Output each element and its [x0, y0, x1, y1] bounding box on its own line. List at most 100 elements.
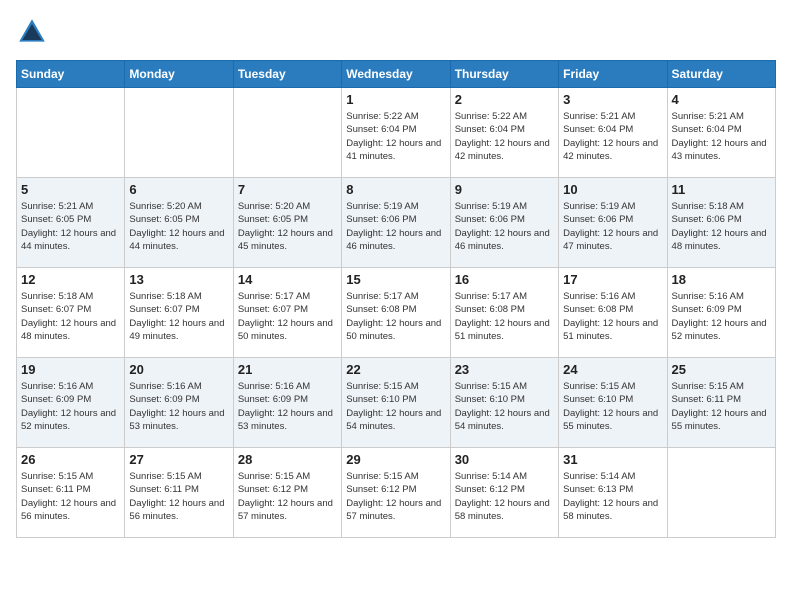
calendar-cell: 5 Sunrise: 5:21 AM Sunset: 6:05 PM Daylig… — [17, 178, 125, 268]
day-info: Sunrise: 5:19 AM Sunset: 6:06 PM Dayligh… — [563, 200, 662, 253]
day-number: 31 — [563, 452, 662, 467]
calendar-cell: 28 Sunrise: 5:15 AM Sunset: 6:12 PM Dayli… — [233, 448, 341, 538]
day-info: Sunrise: 5:19 AM Sunset: 6:06 PM Dayligh… — [455, 200, 554, 253]
day-info: Sunrise: 5:15 AM Sunset: 6:10 PM Dayligh… — [563, 380, 662, 433]
calendar-cell: 18 Sunrise: 5:16 AM Sunset: 6:09 PM Dayli… — [667, 268, 775, 358]
day-number: 10 — [563, 182, 662, 197]
calendar-cell: 15 Sunrise: 5:17 AM Sunset: 6:08 PM Dayli… — [342, 268, 450, 358]
calendar-cell — [125, 88, 233, 178]
day-number: 22 — [346, 362, 445, 377]
day-number: 14 — [238, 272, 337, 287]
day-number: 4 — [672, 92, 771, 107]
day-number: 13 — [129, 272, 228, 287]
day-info: Sunrise: 5:15 AM Sunset: 6:11 PM Dayligh… — [129, 470, 228, 523]
day-info: Sunrise: 5:16 AM Sunset: 6:09 PM Dayligh… — [238, 380, 337, 433]
day-number: 26 — [21, 452, 120, 467]
day-info: Sunrise: 5:14 AM Sunset: 6:13 PM Dayligh… — [563, 470, 662, 523]
day-number: 23 — [455, 362, 554, 377]
day-info: Sunrise: 5:15 AM Sunset: 6:10 PM Dayligh… — [346, 380, 445, 433]
day-number: 30 — [455, 452, 554, 467]
calendar-cell: 7 Sunrise: 5:20 AM Sunset: 6:05 PM Daylig… — [233, 178, 341, 268]
calendar-cell: 4 Sunrise: 5:21 AM Sunset: 6:04 PM Daylig… — [667, 88, 775, 178]
calendar-cell: 11 Sunrise: 5:18 AM Sunset: 6:06 PM Dayli… — [667, 178, 775, 268]
calendar-week-row: 12Sunrise: 5:18 AM Sunset: 6:07 PM Dayli… — [17, 268, 776, 358]
calendar-cell: 3 Sunrise: 5:21 AM Sunset: 6:04 PM Daylig… — [559, 88, 667, 178]
calendar-week-row: 19 Sunrise: 5:16 AM Sunset: 6:09 PM Dayli… — [17, 358, 776, 448]
col-header-tuesday: Tuesday — [233, 61, 341, 88]
calendar-cell: 27 Sunrise: 5:15 AM Sunset: 6:11 PM Dayli… — [125, 448, 233, 538]
day-number: 16 — [455, 272, 554, 287]
day-number: 20 — [129, 362, 228, 377]
day-info: Sunrise: 5:15 AM Sunset: 6:12 PM Dayligh… — [238, 470, 337, 523]
day-info: Sunrise: 5:15 AM Sunset: 6:10 PM Dayligh… — [455, 380, 554, 433]
calendar-cell — [667, 448, 775, 538]
day-number: 28 — [238, 452, 337, 467]
calendar-cell: 13 Sunrise: 5:18 AM Sunset: 6:07 PM Dayli… — [125, 268, 233, 358]
day-info: Sunrise: 5:21 AM Sunset: 6:04 PM Dayligh… — [672, 110, 771, 163]
calendar-cell: 19 Sunrise: 5:16 AM Sunset: 6:09 PM Dayli… — [17, 358, 125, 448]
day-info: Sunrise: 5:22 AM Sunset: 6:04 PM Dayligh… — [346, 110, 445, 163]
day-number: 2 — [455, 92, 554, 107]
day-info: Sunrise: 5:18 AM Sunset: 6:06 PM Dayligh… — [672, 200, 771, 253]
calendar-cell: 6Sunrise: 5:20 AM Sunset: 6:05 PM Daylig… — [125, 178, 233, 268]
day-info: Sunrise: 5:21 AM Sunset: 6:04 PM Dayligh… — [563, 110, 662, 163]
calendar-cell: 17 Sunrise: 5:16 AM Sunset: 6:08 PM Dayli… — [559, 268, 667, 358]
day-info: Sunrise: 5:20 AM Sunset: 6:05 PM Dayligh… — [238, 200, 337, 253]
calendar-cell: 30Sunrise: 5:14 AM Sunset: 6:12 PM Dayli… — [450, 448, 558, 538]
day-number: 3 — [563, 92, 662, 107]
day-number: 15 — [346, 272, 445, 287]
calendar-cell: 25 Sunrise: 5:15 AM Sunset: 6:11 PM Dayli… — [667, 358, 775, 448]
day-number: 5 — [21, 182, 120, 197]
logo — [16, 16, 52, 48]
day-info: Sunrise: 5:16 AM Sunset: 6:09 PM Dayligh… — [672, 290, 771, 343]
day-info: Sunrise: 5:16 AM Sunset: 6:09 PM Dayligh… — [129, 380, 228, 433]
calendar-cell — [17, 88, 125, 178]
day-info: Sunrise: 5:15 AM Sunset: 6:11 PM Dayligh… — [672, 380, 771, 433]
calendar-cell: 14 Sunrise: 5:17 AM Sunset: 6:07 PM Dayli… — [233, 268, 341, 358]
day-number: 21 — [238, 362, 337, 377]
calendar-week-row: 26 Sunrise: 5:15 AM Sunset: 6:11 PM Dayli… — [17, 448, 776, 538]
day-number: 27 — [129, 452, 228, 467]
calendar-cell: 16Sunrise: 5:17 AM Sunset: 6:08 PM Dayli… — [450, 268, 558, 358]
day-info: Sunrise: 5:19 AM Sunset: 6:06 PM Dayligh… — [346, 200, 445, 253]
day-info: Sunrise: 5:22 AM Sunset: 6:04 PM Dayligh… — [455, 110, 554, 163]
day-number: 17 — [563, 272, 662, 287]
day-number: 7 — [238, 182, 337, 197]
col-header-friday: Friday — [559, 61, 667, 88]
calendar-cell: 23 Sunrise: 5:15 AM Sunset: 6:10 PM Dayli… — [450, 358, 558, 448]
day-info: Sunrise: 5:18 AM Sunset: 6:07 PM Dayligh… — [21, 290, 120, 343]
day-number: 9 — [455, 182, 554, 197]
day-info: Sunrise: 5:17 AM Sunset: 6:07 PM Dayligh… — [238, 290, 337, 343]
day-number: 11 — [672, 182, 771, 197]
calendar-cell: 9 Sunrise: 5:19 AM Sunset: 6:06 PM Daylig… — [450, 178, 558, 268]
day-number: 25 — [672, 362, 771, 377]
day-info: Sunrise: 5:16 AM Sunset: 6:08 PM Dayligh… — [563, 290, 662, 343]
calendar-cell: 31 Sunrise: 5:14 AM Sunset: 6:13 PM Dayli… — [559, 448, 667, 538]
col-header-thursday: Thursday — [450, 61, 558, 88]
day-info: Sunrise: 5:16 AM Sunset: 6:09 PM Dayligh… — [21, 380, 120, 433]
day-number: 19 — [21, 362, 120, 377]
day-info: Sunrise: 5:17 AM Sunset: 6:08 PM Dayligh… — [346, 290, 445, 343]
calendar-cell — [233, 88, 341, 178]
day-info: Sunrise: 5:18 AM Sunset: 6:07 PM Dayligh… — [129, 290, 228, 343]
day-number: 1 — [346, 92, 445, 107]
day-number: 18 — [672, 272, 771, 287]
calendar-cell: 22 Sunrise: 5:15 AM Sunset: 6:10 PM Dayli… — [342, 358, 450, 448]
day-number: 24 — [563, 362, 662, 377]
calendar-header-row: SundayMondayTuesdayWednesdayThursdayFrid… — [17, 61, 776, 88]
logo-icon — [16, 16, 48, 48]
day-info: Sunrise: 5:20 AM Sunset: 6:05 PM Dayligh… — [129, 200, 228, 253]
calendar-cell: 1 Sunrise: 5:22 AM Sunset: 6:04 PM Daylig… — [342, 88, 450, 178]
calendar-week-row: 5 Sunrise: 5:21 AM Sunset: 6:05 PM Daylig… — [17, 178, 776, 268]
calendar-cell: 10 Sunrise: 5:19 AM Sunset: 6:06 PM Dayli… — [559, 178, 667, 268]
col-header-monday: Monday — [125, 61, 233, 88]
calendar-cell: 20 Sunrise: 5:16 AM Sunset: 6:09 PM Dayli… — [125, 358, 233, 448]
day-number: 8 — [346, 182, 445, 197]
calendar-cell: 24 Sunrise: 5:15 AM Sunset: 6:10 PM Dayli… — [559, 358, 667, 448]
calendar-cell: 2 Sunrise: 5:22 AM Sunset: 6:04 PM Daylig… — [450, 88, 558, 178]
page-header — [16, 16, 776, 48]
day-info: Sunrise: 5:21 AM Sunset: 6:05 PM Dayligh… — [21, 200, 120, 253]
day-info: Sunrise: 5:15 AM Sunset: 6:11 PM Dayligh… — [21, 470, 120, 523]
calendar-cell: 12Sunrise: 5:18 AM Sunset: 6:07 PM Dayli… — [17, 268, 125, 358]
calendar-cell: 26 Sunrise: 5:15 AM Sunset: 6:11 PM Dayli… — [17, 448, 125, 538]
